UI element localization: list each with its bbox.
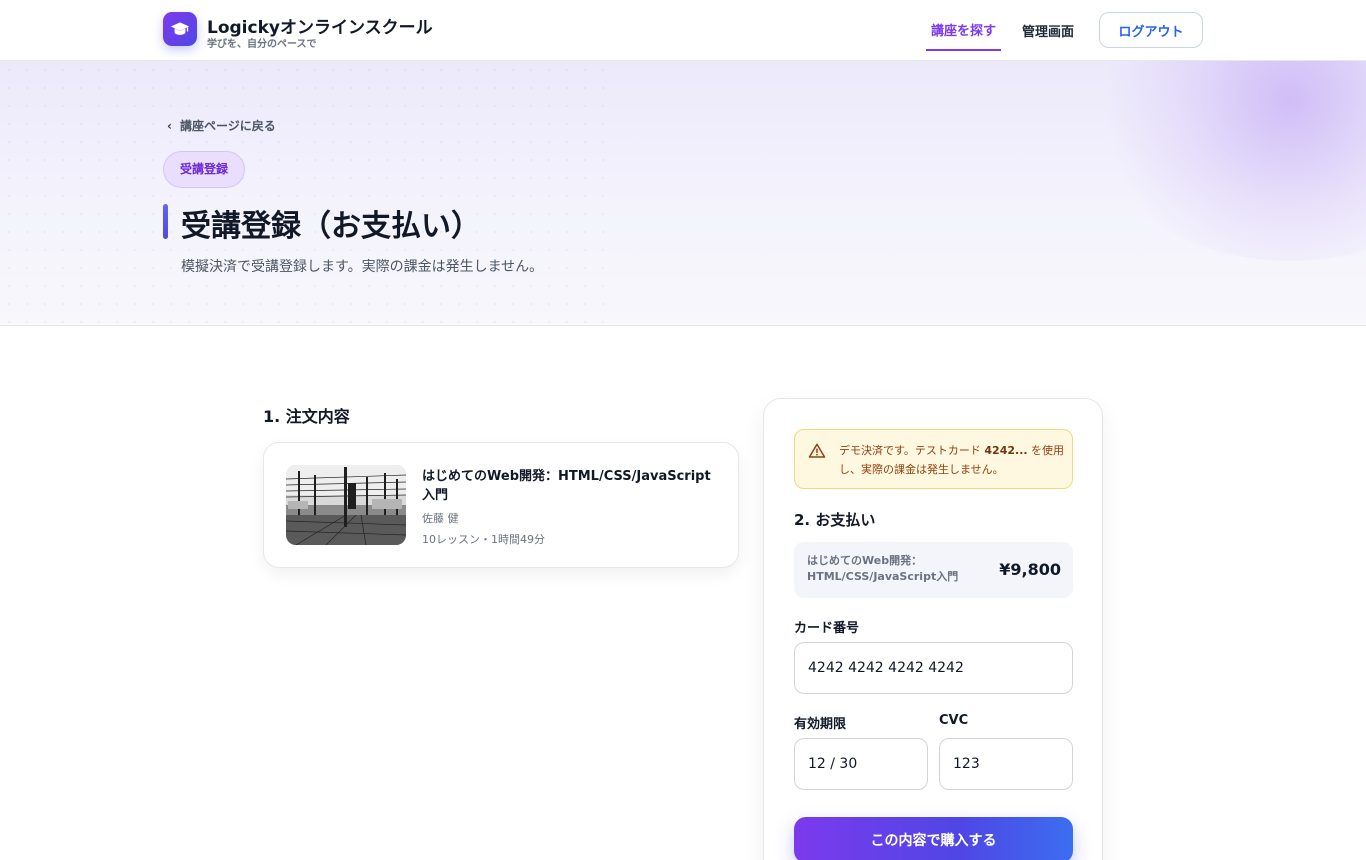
graduation-cap-icon[interactable] [163, 12, 197, 46]
chevron-left-icon: ‹ [167, 119, 172, 133]
payment-panel: デモ決済です。テストカード 4242... を使用し、実際の課金は発生しません。… [763, 398, 1103, 860]
logout-button[interactable]: ログアウト [1099, 12, 1203, 48]
demo-payment-notice: デモ決済です。テストカード 4242... を使用し、実際の課金は発生しません。 [794, 429, 1073, 489]
hero-glow-decoration [1080, 61, 1366, 261]
payment-section-heading: 2. お支払い [794, 511, 876, 529]
purchase-button[interactable]: この内容で購入する [794, 817, 1073, 860]
title-accent-bar [163, 204, 168, 239]
warning-icon [808, 443, 826, 458]
graduation-cap-glyph [170, 22, 190, 35]
nav-find-courses[interactable]: 講座を探す [926, 20, 1001, 51]
nav-admin[interactable]: 管理画面 [1022, 21, 1074, 40]
order-course-card: はじめてのWeb開発：HTML/CSS/JavaScript入門 佐藤 健 10… [263, 442, 739, 568]
course-author: 佐藤 健 [422, 512, 459, 525]
back-link-label: 講座ページに戻る [179, 119, 276, 133]
brand-tagline: 学びを、自分のペースで [207, 39, 317, 50]
hero-dot-pattern [0, 61, 620, 325]
course-thumbnail-image [286, 465, 406, 545]
page-hero: ‹ 講座ページに戻る 受講登録 受講登録（お支払い） 模擬決済で受講登録します。実… [0, 61, 1366, 326]
summary-course-name: はじめてのWeb開発：HTML/CSS/JavaScript入門 [807, 554, 959, 583]
card-number-label: カード番号 [794, 621, 860, 636]
card-number-input[interactable] [794, 642, 1073, 694]
expiry-input[interactable] [794, 738, 928, 790]
notice-test-card: 4242... [984, 444, 1028, 457]
price-summary: はじめてのWeb開発：HTML/CSS/JavaScript入門 ¥9,800 [794, 542, 1073, 598]
page-title: 受講登録（お支払い） [181, 209, 481, 244]
demo-notice-text: デモ決済です。テストカード 4242... を使用し、実際の課金は発生しません。 [839, 441, 1065, 479]
course-meta: 10レッスン・1時間49分 [422, 533, 545, 546]
cvc-input[interactable] [939, 738, 1073, 790]
order-section-heading: 1. 注文内容 [263, 407, 350, 426]
summary-price: ¥9,800 [999, 560, 1061, 579]
back-to-course-link[interactable]: ‹ 講座ページに戻る [167, 117, 276, 134]
notice-prefix: デモ決済です。テストカード [839, 444, 985, 457]
expiry-label: 有効期限 [794, 717, 847, 732]
course-thumbnail [286, 465, 406, 545]
enrollment-badge: 受講登録 [163, 151, 245, 188]
top-navigation-bar: Logickyオンラインスクール 学びを、自分のペースで 講座を探す 管理画面 … [0, 0, 1366, 61]
cvc-label: CVC [939, 713, 969, 728]
page-subtitle: 模擬決済で受講登録します。実際の課金は発生しません。 [181, 259, 544, 275]
course-title: はじめてのWeb開発：HTML/CSS/JavaScript入門 [422, 469, 711, 503]
